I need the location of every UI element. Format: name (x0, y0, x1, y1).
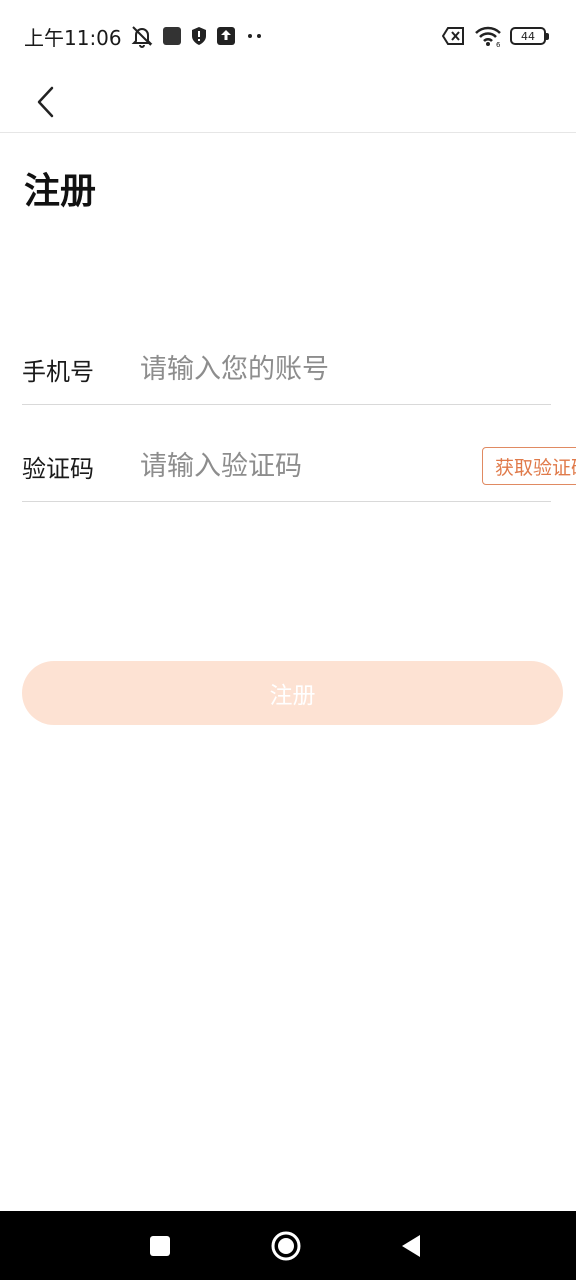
code-label: 验证码 (22, 454, 94, 483)
svg-text:6: 6 (496, 41, 501, 47)
back-button[interactable] (26, 78, 66, 126)
status-bar: 上午11:06 6 44 (0, 0, 576, 72)
wifi-icon: 6 (474, 25, 502, 47)
code-row: 验证码 获取验证码 (22, 431, 576, 502)
triangle-back-icon (402, 1235, 420, 1257)
phone-row: 手机号 (22, 334, 551, 405)
sim-error-icon (442, 26, 466, 46)
page-title: 注册 (24, 171, 97, 212)
mute-bell-icon (130, 24, 154, 48)
system-nav-bar (0, 1211, 576, 1280)
status-right: 6 44 (442, 22, 549, 50)
phone-input[interactable] (140, 344, 551, 394)
battery-icon: 44 (510, 27, 549, 45)
status-time: 上午11:06 (24, 25, 122, 50)
more-dots-icon (244, 31, 266, 41)
circle-home-icon (271, 1231, 301, 1261)
app-square-icon (162, 26, 182, 46)
battery-level: 44 (521, 29, 535, 43)
upload-icon (216, 26, 236, 46)
home-button[interactable] (265, 1225, 307, 1267)
register-button[interactable]: 注册 (22, 661, 563, 725)
app-bar (0, 72, 576, 133)
code-input[interactable] (140, 441, 482, 491)
chevron-left-icon (37, 86, 54, 118)
get-code-button[interactable]: 获取验证码 (482, 447, 576, 485)
shield-icon (190, 26, 208, 46)
square-recents-icon (150, 1236, 170, 1256)
register-screen: 上午11:06 6 44 注册 手机号 请输入您的账号 验证码 请输入验证码 获… (0, 0, 576, 1280)
phone-label: 手机号 (22, 357, 94, 386)
status-left: 上午11:06 (24, 22, 266, 50)
recents-button[interactable] (139, 1225, 181, 1267)
nav-back-button[interactable] (390, 1225, 432, 1267)
